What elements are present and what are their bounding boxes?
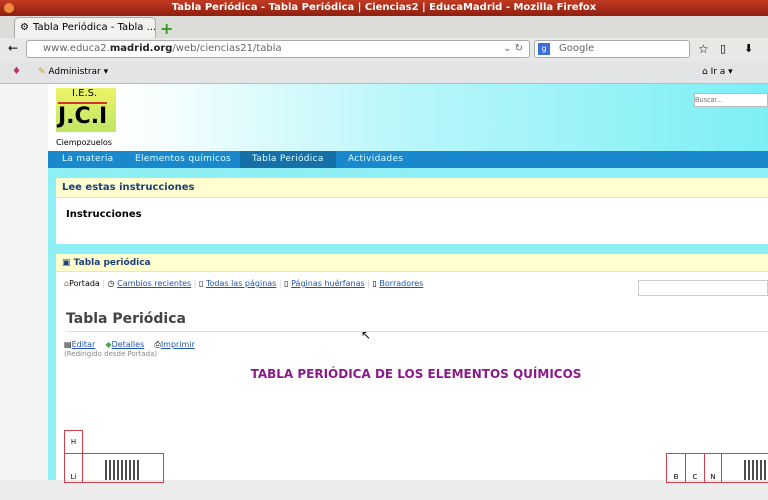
element-n[interactable]: N bbox=[704, 453, 722, 483]
logo-line1: I.E.S. bbox=[72, 88, 98, 99]
admin-menu[interactable]: ✎ Administrar ▾ bbox=[38, 67, 108, 77]
wiki-search-input[interactable] bbox=[638, 280, 768, 296]
reload-icon[interactable]: ⌄ ↻ bbox=[503, 41, 523, 57]
qr-code-icon bbox=[105, 460, 141, 480]
page-icon: ▯ bbox=[199, 279, 204, 288]
back-button[interactable]: ← bbox=[8, 41, 18, 55]
pencil-icon: ✎ bbox=[38, 67, 46, 77]
google-icon: g bbox=[538, 43, 550, 55]
url-prefix: www.educa2. bbox=[43, 43, 110, 54]
edit-link[interactable]: Editar bbox=[72, 340, 96, 349]
periodic-table-heading: TABLA PERIÓDICA DE LOS ELEMENTOS QUÍMICO… bbox=[250, 367, 582, 381]
element-c[interactable]: C bbox=[685, 453, 705, 483]
wiki-panel: ▣ Tabla periódica ⌂Portada | ◷ Cambios r… bbox=[56, 254, 768, 483]
browser-tab[interactable]: ⚙ Tabla Periódica - Tabla ... bbox=[14, 17, 156, 38]
search-bar[interactable]: g Google bbox=[534, 40, 690, 58]
menu-actividades[interactable]: Actividades bbox=[336, 151, 415, 168]
page-icon: ▯ bbox=[372, 279, 377, 288]
home-icon: ⌂ bbox=[702, 67, 708, 77]
search-placeholder: Google bbox=[559, 43, 595, 54]
favicon-icon: ⚙ bbox=[20, 22, 29, 33]
wiki-nav: ⌂Portada | ◷ Cambios recientes | ▯ Todas… bbox=[64, 279, 424, 288]
logo-line2: J.C.I bbox=[58, 102, 108, 129]
window-title: Tabla Periódica - Tabla Periódica | Cien… bbox=[0, 0, 768, 16]
edit-icon: ▤ bbox=[64, 340, 72, 349]
wiki-page-title: Tabla Periódica bbox=[66, 311, 768, 332]
qr-code-icon bbox=[744, 460, 768, 480]
element-b[interactable]: B bbox=[666, 453, 686, 483]
wiki-header: ▣ Tabla periódica bbox=[56, 254, 768, 272]
element-li[interactable]: Li bbox=[64, 453, 83, 483]
url-domain: madrid.org bbox=[109, 43, 173, 54]
url-bar[interactable]: www.educa2.madrid.org/web/ciencias21/tab… bbox=[26, 40, 530, 58]
download-icon[interactable]: ⬇ bbox=[744, 42, 753, 55]
new-tab-button[interactable]: + bbox=[160, 19, 173, 38]
nav-todas-paginas[interactable]: Todas las páginas bbox=[206, 279, 276, 288]
qr-cell bbox=[82, 453, 164, 483]
instructions-title: Instrucciones bbox=[66, 209, 142, 220]
nav-portada[interactable]: Portada bbox=[69, 279, 100, 288]
site-menu: La materia Elementos químicos Tabla Peri… bbox=[48, 151, 768, 168]
menu-elementos-quimicos[interactable]: Elementos químicos bbox=[123, 151, 243, 168]
mouse-cursor-icon: ↖ bbox=[361, 328, 372, 342]
site-header bbox=[48, 84, 768, 151]
close-window-button[interactable] bbox=[4, 3, 14, 13]
menu-tabla-periodica[interactable]: Tabla Periódica bbox=[240, 151, 336, 168]
wiki-actions: ▤Editar ◆Detalles ⎙Imprimir bbox=[64, 340, 195, 350]
wiki-header-label: Tabla periódica bbox=[73, 258, 151, 268]
nav-paginas-huerfanas[interactable]: Páginas huérfanas bbox=[291, 279, 365, 288]
redirect-note: (Redirigido desde Portada) bbox=[64, 350, 158, 358]
url-path: /web/ciencias21/tabla bbox=[172, 43, 282, 54]
logo-line3: Ciempozuelos bbox=[56, 138, 112, 147]
bookmark-star-icon[interactable]: ☆ bbox=[698, 42, 709, 56]
admin-label: Administrar ▾ bbox=[48, 67, 109, 77]
bookmark-icon: ♦ bbox=[12, 66, 21, 77]
goto-menu[interactable]: ⌂ Ir a ▾ bbox=[702, 67, 733, 77]
school-logo[interactable]: I.E.S. J.C.I Ciempozuelos bbox=[52, 86, 122, 148]
instructions-panel: Lee estas instrucciones Instrucciones bbox=[56, 178, 768, 244]
bookmarks-bar bbox=[0, 62, 768, 84]
clipboard-icon[interactable]: ▯ bbox=[720, 42, 726, 55]
nav-cambios-recientes[interactable]: Cambios recientes bbox=[117, 279, 191, 288]
instructions-header: Lee estas instrucciones bbox=[56, 178, 768, 198]
print-link[interactable]: Imprimir bbox=[161, 340, 195, 349]
menu-la-materia[interactable]: La materia bbox=[50, 151, 125, 168]
qr-cell-right bbox=[721, 453, 768, 483]
clock-icon: ◷ bbox=[107, 279, 115, 288]
site-search-input[interactable] bbox=[694, 93, 768, 107]
tab-label: Tabla Periódica - Tabla ... bbox=[33, 22, 157, 33]
page-icon: ▯ bbox=[284, 279, 289, 288]
wiki-icon: ▣ bbox=[62, 258, 71, 268]
element-h[interactable]: H bbox=[64, 430, 83, 454]
nav-borradores[interactable]: Borradores bbox=[379, 279, 423, 288]
details-link[interactable]: Detalles bbox=[112, 340, 145, 349]
goto-label: Ir a ▾ bbox=[710, 67, 733, 77]
